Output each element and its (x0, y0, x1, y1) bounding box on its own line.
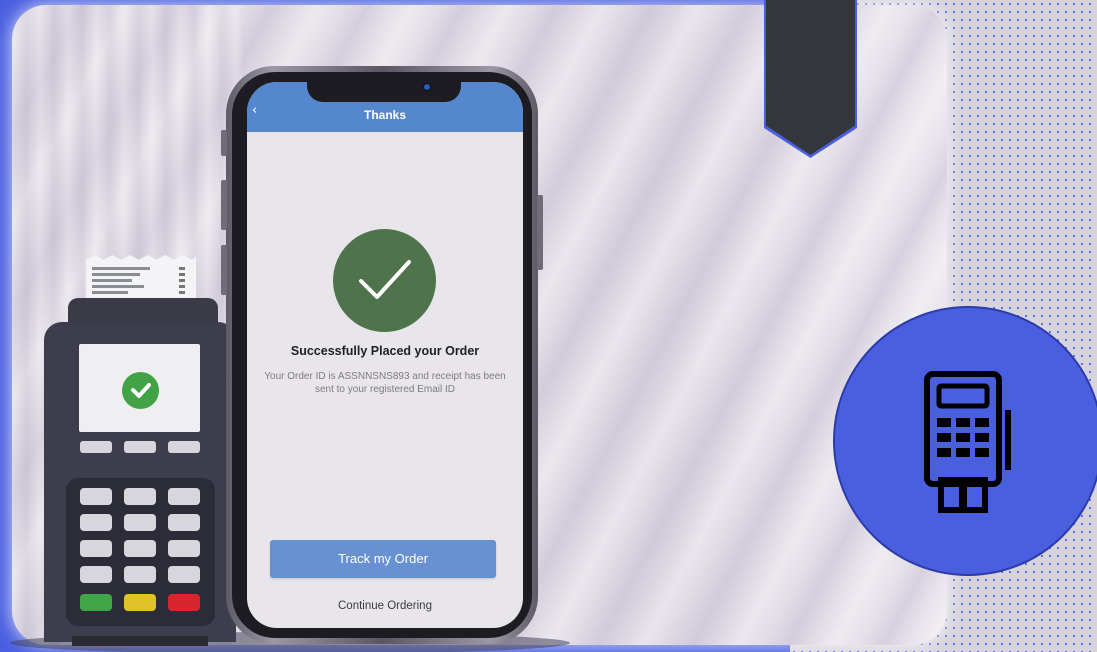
terminal-check-icon (122, 372, 159, 409)
success-title: Successfully Placed your Order (290, 344, 480, 358)
camera-icon (423, 83, 431, 91)
track-order-button[interactable]: Track my Order (270, 540, 496, 578)
screen-title: Thanks (363, 108, 406, 122)
terminal-keypad (66, 478, 215, 626)
phone-notch (307, 80, 461, 102)
phone-screen: ‹ Thanks Successfully Placed your Order … (247, 82, 523, 628)
pos-terminal-icon (924, 371, 1011, 513)
terminal-softkey (168, 441, 200, 453)
terminal-softkey (80, 441, 112, 453)
success-message: Your Order ID is ASSNNSNS893 and receipt… (264, 371, 506, 395)
red-key (168, 594, 200, 611)
green-key (80, 594, 112, 611)
pos-badge (833, 306, 1097, 576)
terminal-softkey (124, 441, 156, 453)
continue-ordering-link[interactable]: Continue Ordering (247, 600, 523, 612)
yellow-key (124, 594, 156, 611)
bookmark-ribbon (766, 0, 855, 155)
check-circle-icon (333, 229, 436, 332)
